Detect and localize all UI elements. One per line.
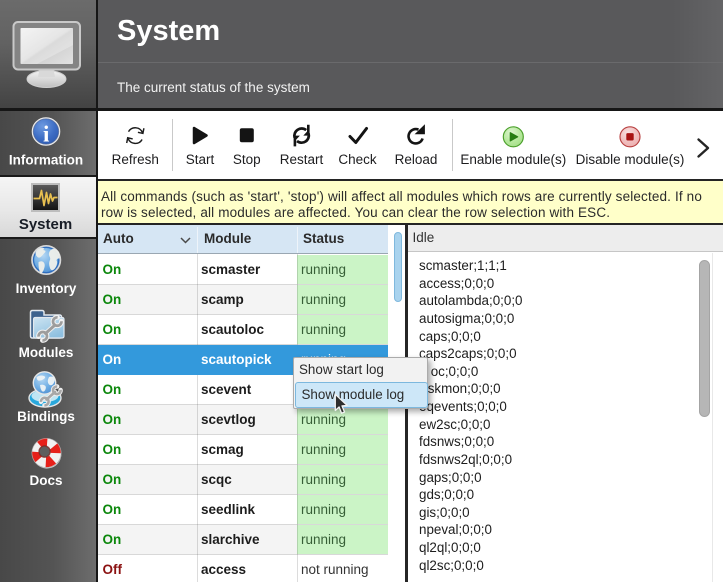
svg-text:Docs: Docs (29, 473, 62, 488)
svg-text:Modules: Modules (19, 345, 74, 360)
svg-text:System: System (19, 216, 72, 233)
svg-text:Bindings: Bindings (17, 409, 75, 424)
svg-text:Information: Information (9, 153, 83, 168)
svg-text:i: i (43, 122, 50, 147)
svg-text:Inventory: Inventory (16, 281, 77, 296)
